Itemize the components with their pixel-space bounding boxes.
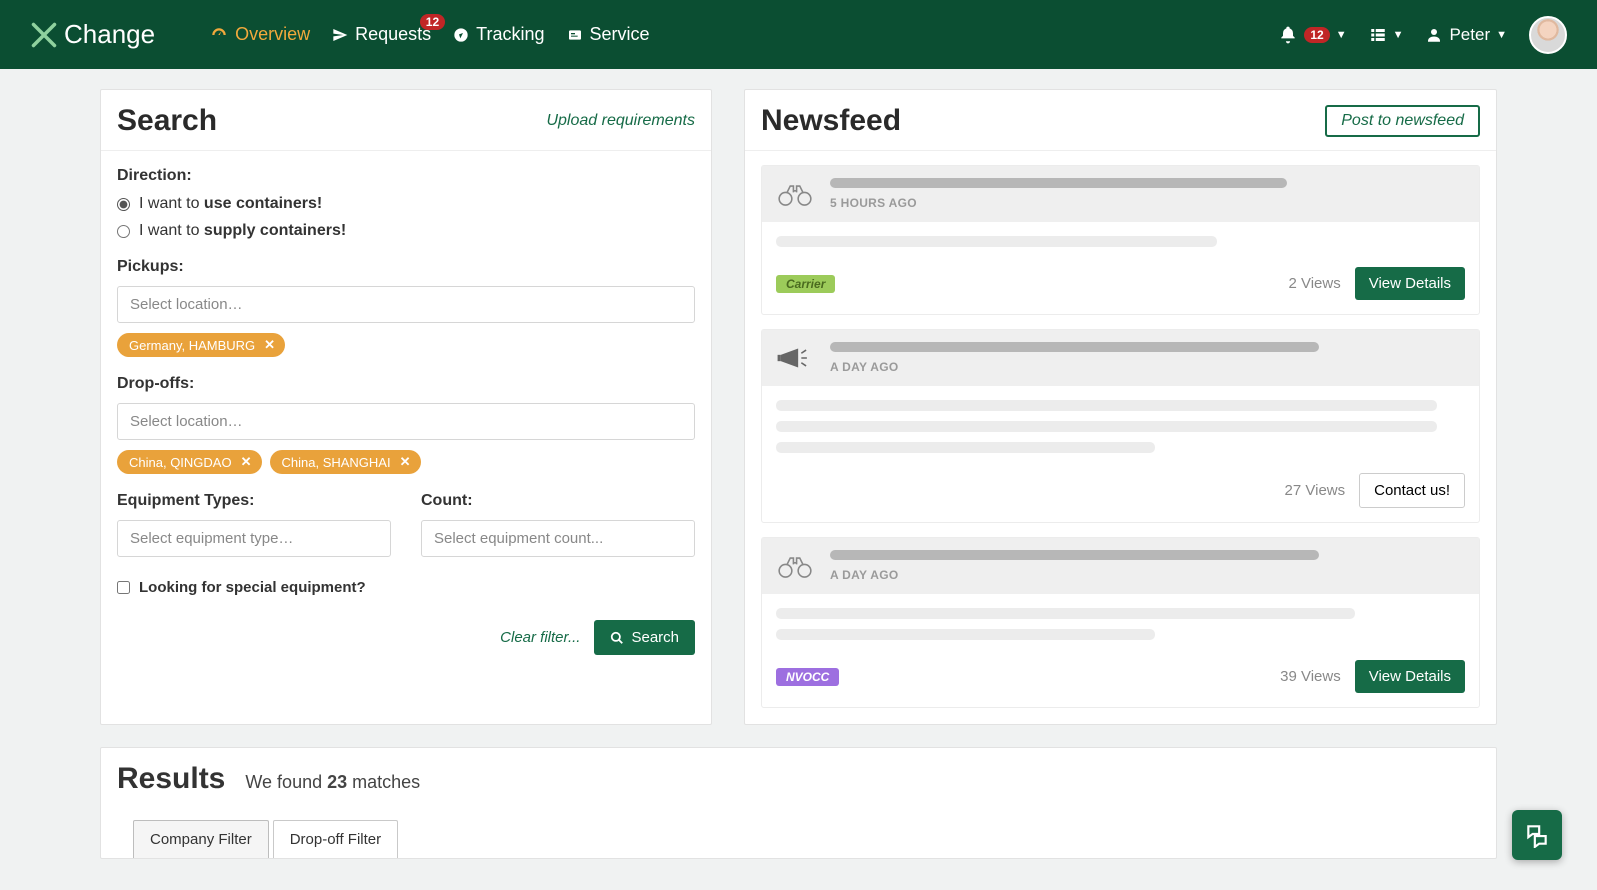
results-subtitle: We found 23 matches: [245, 772, 420, 793]
newsfeed-title: Newsfeed: [761, 104, 901, 138]
brand-logo[interactable]: Change: [30, 19, 155, 50]
grid-menu-button[interactable]: ▼: [1369, 26, 1404, 44]
requests-count-badge: 12: [420, 14, 445, 30]
pickup-tag-label: Germany, HAMBURG: [129, 338, 255, 353]
chat-icon: [1524, 822, 1550, 848]
nav-overview-label: Overview: [235, 24, 310, 45]
nav-right: 12 ▼ ▼ Peter ▼: [1278, 16, 1567, 54]
compass-icon: [453, 27, 469, 43]
avatar[interactable]: [1529, 16, 1567, 54]
binoculars-icon: [776, 181, 814, 207]
chevron-down-icon: ▼: [1393, 29, 1404, 41]
remove-tag-icon[interactable]: ✕: [241, 454, 252, 470]
feed-card: A DAY AGO NVOCC 39 Views View Details: [761, 537, 1480, 708]
equipment-count-select[interactable]: Select equipment count...: [421, 520, 695, 557]
user-icon: [1425, 26, 1443, 44]
megaphone-icon: [776, 345, 814, 371]
nav-links: Overview Requests 12 Tracking Service: [210, 24, 1278, 45]
nav-tracking[interactable]: Tracking: [453, 24, 544, 45]
feed-views: 39 Views: [1280, 668, 1341, 685]
count-label: Count:: [421, 492, 695, 510]
dropoff-tag-label: China, QINGDAO: [129, 455, 232, 470]
special-equip-input[interactable]: [117, 581, 130, 594]
nav-requests[interactable]: Requests 12: [332, 24, 431, 45]
pickup-location-select[interactable]: Select location…: [117, 286, 695, 323]
chevron-down-icon: ▼: [1496, 29, 1507, 41]
binoculars-icon: [776, 553, 814, 579]
carrier-badge: Carrier: [776, 275, 835, 293]
nav-requests-label: Requests: [355, 24, 431, 45]
equipment-types-label: Equipment Types:: [117, 492, 391, 510]
search-icon: [610, 631, 624, 645]
list-icon: [1369, 26, 1387, 44]
user-name: Peter: [1449, 25, 1490, 45]
dropoff-location-select[interactable]: Select location…: [117, 403, 695, 440]
post-newsfeed-button[interactable]: Post to newsfeed: [1325, 105, 1480, 137]
tab-company-filter[interactable]: Company Filter: [133, 820, 269, 858]
results-title: Results: [117, 762, 225, 796]
brand-text: Change: [64, 19, 155, 50]
equipment-type-select[interactable]: Select equipment type…: [117, 520, 391, 557]
user-menu-button[interactable]: Peter ▼: [1425, 25, 1507, 45]
nav-overview[interactable]: Overview: [210, 24, 310, 45]
bell-icon: [1278, 25, 1298, 45]
remove-tag-icon[interactable]: ✕: [264, 337, 275, 353]
special-equipment-label: Looking for special equipment?: [139, 579, 366, 596]
results-panel: Results We found 23 matches Company Filt…: [100, 747, 1497, 859]
radio-use-containers[interactable]: I want to use containers!: [117, 195, 695, 213]
navbar: Change Overview Requests 12 Tracking Ser…: [0, 0, 1597, 69]
chevron-down-icon: ▼: [1336, 29, 1347, 41]
feed-views: 2 Views: [1288, 275, 1340, 292]
contact-button[interactable]: Contact us!: [1359, 473, 1465, 508]
search-title: Search: [117, 104, 217, 138]
dropoff-tag: China, SHANGHAI ✕: [270, 450, 421, 474]
nav-service-label: Service: [590, 24, 650, 45]
dropoff-tag: China, QINGDAO ✕: [117, 450, 262, 474]
dashboard-icon: [210, 26, 228, 44]
feed-time: A DAY AGO: [830, 568, 1465, 582]
radio-supply-input[interactable]: [117, 225, 130, 238]
feed-time: A DAY AGO: [830, 360, 1465, 374]
card-icon: [567, 27, 583, 43]
remove-tag-icon[interactable]: ✕: [400, 454, 411, 470]
clear-filter-link[interactable]: Clear filter...: [500, 629, 580, 646]
search-button[interactable]: Search: [594, 620, 695, 655]
newsfeed-panel: Newsfeed Post to newsfeed 5 HOURS AGO: [744, 89, 1497, 725]
x-logo-icon: [30, 21, 58, 49]
view-details-button[interactable]: View Details: [1355, 267, 1465, 300]
chat-fab-button[interactable]: [1512, 810, 1562, 860]
feed-views: 27 Views: [1285, 482, 1346, 499]
search-panel: Search Upload requirements Direction: I …: [100, 89, 712, 725]
feed-card: A DAY AGO 27 Views Contact us!: [761, 329, 1480, 523]
pickups-label: Pickups:: [117, 258, 695, 276]
plane-icon: [332, 27, 348, 43]
dropoffs-label: Drop-offs:: [117, 375, 695, 393]
dropoff-tag-label: China, SHANGHAI: [282, 455, 391, 470]
pickup-tag: Germany, HAMBURG ✕: [117, 333, 285, 357]
radio-use-input[interactable]: [117, 198, 130, 211]
nav-service[interactable]: Service: [567, 24, 650, 45]
upload-requirements-link[interactable]: Upload requirements: [546, 112, 695, 130]
nav-tracking-label: Tracking: [476, 24, 544, 45]
view-details-button[interactable]: View Details: [1355, 660, 1465, 693]
notifications-button[interactable]: 12 ▼: [1278, 25, 1346, 45]
direction-label: Direction:: [117, 167, 695, 185]
notification-count: 12: [1304, 27, 1329, 43]
search-button-label: Search: [631, 629, 679, 646]
special-equipment-checkbox[interactable]: Looking for special equipment?: [117, 579, 695, 596]
tab-dropoff-filter[interactable]: Drop-off Filter: [273, 820, 398, 858]
radio-supply-containers[interactable]: I want to supply containers!: [117, 222, 695, 240]
feed-card: 5 HOURS AGO Carrier 2 Views View Details: [761, 165, 1480, 315]
feed-time: 5 HOURS AGO: [830, 196, 1465, 210]
nvocc-badge: NVOCC: [776, 668, 839, 686]
